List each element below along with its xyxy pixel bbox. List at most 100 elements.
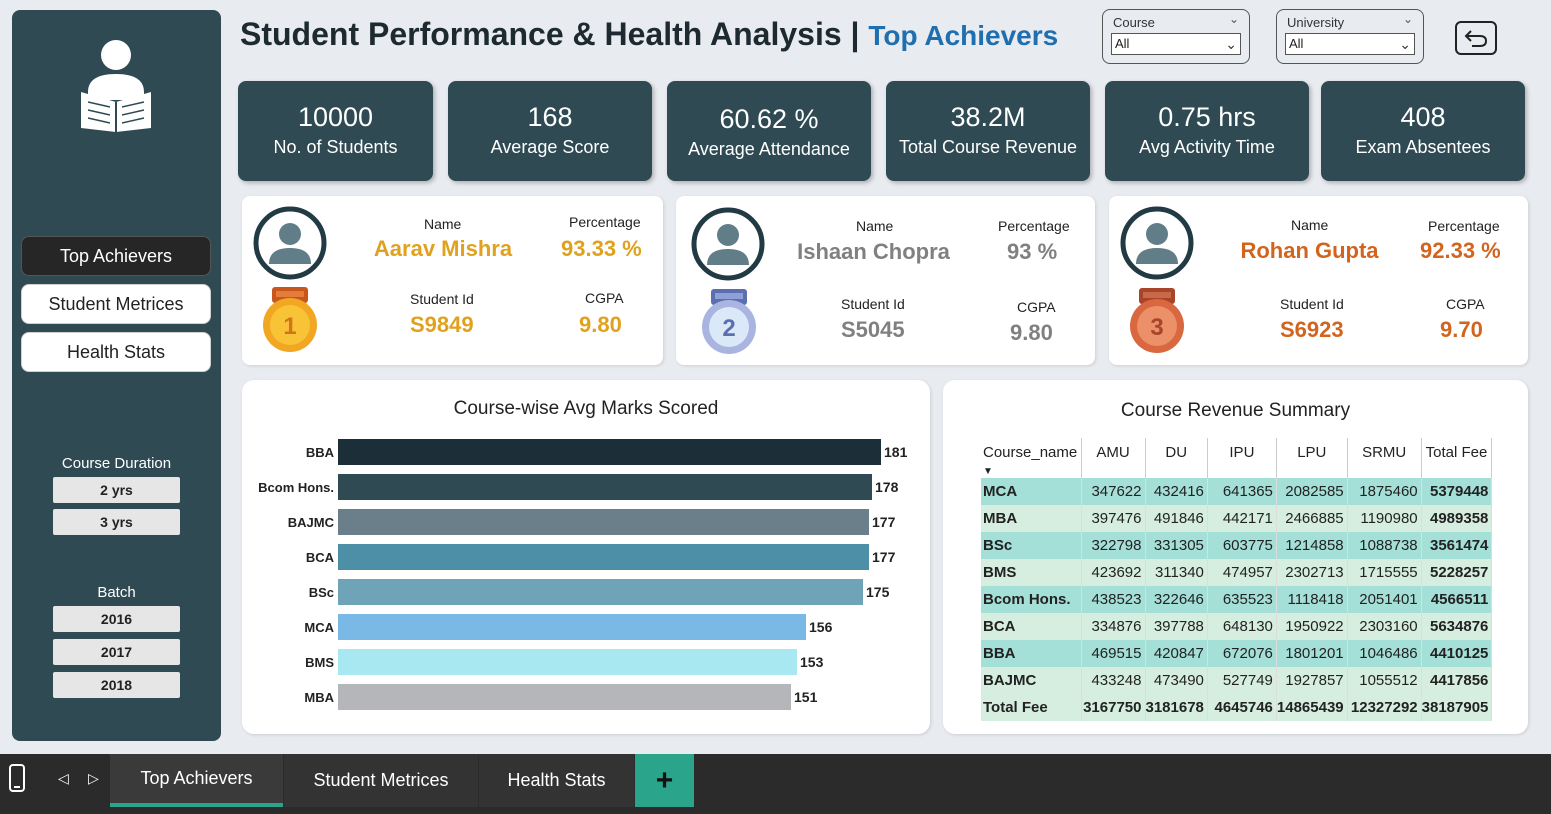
column-header[interactable]: DU [1145,438,1208,478]
column-header[interactable]: LPU [1276,438,1348,478]
add-page-button[interactable]: + [635,754,694,807]
table-cell: 1801201 [1276,640,1348,667]
achiever-percentage: 93.33 % [561,236,642,261]
course-filter-select[interactable]: All ⌄ [1111,33,1241,55]
chevron-right-icon[interactable]: ▷ [88,770,99,787]
title-subtitle: Top Achievers [868,20,1059,51]
tab-top-achievers[interactable]: Top Achievers [110,754,283,807]
kpi-value: 0.75 hrs [1158,102,1256,132]
nav-student-metrices[interactable]: Student Metrices [21,284,211,324]
course-name-cell: BMS [981,559,1082,586]
table-cell: 1055512 [1347,667,1422,694]
revenue-table: Course_name ▼ AMU DU IPU LPU SRMU Total F… [981,438,1493,721]
bar[interactable] [338,649,797,675]
bar[interactable] [338,474,872,500]
table-cell: 527749 [1207,667,1277,694]
tab-student-metrices[interactable]: Student Metrices [284,754,478,807]
column-header[interactable]: IPU [1207,438,1277,478]
kpi-label: Avg Activity Time [1139,137,1275,157]
kpi-value: 60.62 % [719,104,819,134]
mobile-layout-icon[interactable] [8,764,26,792]
percentage-label: Percentage [998,218,1070,234]
category-label: MCA [304,620,334,635]
course-filter[interactable]: Course ⌄ All ⌄ [1102,9,1250,64]
title-separator: | [850,16,860,52]
course-name-cell: BAJMC [981,667,1082,694]
table-cell: 433248 [1081,667,1146,694]
total-cell: 12327292 [1347,694,1422,721]
batch-2018-chip[interactable]: 2018 [53,672,180,698]
user-avatar-icon [1120,206,1194,280]
batch-2017-chip[interactable]: 2017 [53,639,180,665]
table-cell: 473490 [1145,667,1208,694]
course-name-cell: BSc [981,532,1082,559]
university-filter-select[interactable]: All ⌄ [1285,33,1415,55]
chevron-down-icon[interactable]: ⌄ [1399,34,1411,54]
kpi-value: 408 [1400,102,1446,132]
data-label: 153 [800,654,824,670]
achiever-cgpa: 9.70 [1440,317,1483,342]
bar[interactable] [338,684,791,710]
course-filter-value: All [1115,36,1130,51]
svg-text:2: 2 [722,315,735,342]
course-name-cell: MCA [981,478,1082,505]
table-header-row: Course_name ▼ AMU DU IPU LPU SRMU Total F… [981,438,1493,478]
bar[interactable] [338,439,881,465]
achiever-student-id: S9849 [410,312,474,337]
column-header[interactable]: SRMU [1347,438,1422,478]
total-cell: 38187905 [1421,694,1493,721]
table-cell: 5379448 [1421,478,1493,505]
bar[interactable] [338,614,806,640]
data-label: 175 [866,584,890,600]
bar[interactable] [338,579,863,605]
table-cell: 2303160 [1347,613,1422,640]
kpi-students: 10000 No. of Students [238,81,433,181]
table-cell: 648130 [1207,613,1277,640]
bronze-medal-icon: 3 [1130,288,1184,353]
table-row: BBA 469515 420847 672076 1801201 1046486 44101… [981,640,1493,667]
category-label: BSc [309,585,334,600]
percentage-label: Percentage [569,214,641,230]
kpi-value: 38.2M [950,102,1026,132]
chevron-down-icon[interactable]: ⌄ [1229,12,1239,26]
title-main: Student Performance & Health Analysis [240,16,842,52]
course-name-cell: Bcom Hons. [981,586,1082,613]
table-cell: 4410125 [1421,640,1493,667]
gold-medal-icon: 1 [263,287,317,352]
table-cell: 2051401 [1347,586,1422,613]
column-header[interactable]: Course_name ▼ [981,438,1082,478]
table-cell: 322646 [1145,586,1208,613]
bar[interactable] [338,544,869,570]
chevron-down-icon[interactable]: ⌄ [1225,34,1237,54]
duration-3yrs-chip[interactable]: 3 yrs [53,509,180,535]
achiever-name: Ishaan Chopra [797,239,950,264]
sort-descending-icon[interactable]: ▼ [983,466,993,477]
university-filter[interactable]: University ⌄ All ⌄ [1276,9,1424,64]
achiever-card-1: 1 Name Aarav Mishra Percentage 93.33 % S… [242,196,663,365]
duration-2yrs-chip[interactable]: 2 yrs [53,477,180,503]
table-title: Course Revenue Summary [1120,400,1351,421]
course-filter-label: Course [1113,15,1155,30]
category-label: BMS [305,655,334,670]
table-row: Bcom Hons. 438523 322646 635523 1118418 20514… [981,586,1493,613]
chevron-left-icon[interactable]: ◁ [58,770,69,787]
bar[interactable] [338,509,869,535]
svg-text:3: 3 [1150,314,1163,341]
chevron-down-icon[interactable]: ⌄ [1403,12,1413,26]
table-cell: 322798 [1081,532,1146,559]
column-header[interactable]: AMU [1081,438,1146,478]
kpi-value: 168 [527,102,573,132]
nav-health-stats[interactable]: Health Stats [21,332,211,372]
tab-health-stats[interactable]: Health Stats [479,754,634,807]
back-button[interactable] [1455,21,1497,55]
batch-2016-chip[interactable]: 2016 [53,606,180,632]
nav-top-achievers[interactable]: Top Achievers [21,236,211,276]
column-header[interactable]: Total Fee [1421,438,1493,478]
achiever-student-id: S5045 [841,317,905,342]
university-filter-value: All [1289,36,1304,51]
table-cell: 1088738 [1347,532,1422,559]
course-revenue-panel: Course Revenue Summary Course_name ▼ AMU … [943,380,1528,734]
page-tab-bar: ◁ ▷ Top Achievers Student Metrices Healt… [0,754,1551,814]
table-cell: 420847 [1145,640,1208,667]
svg-text:1: 1 [283,313,296,340]
